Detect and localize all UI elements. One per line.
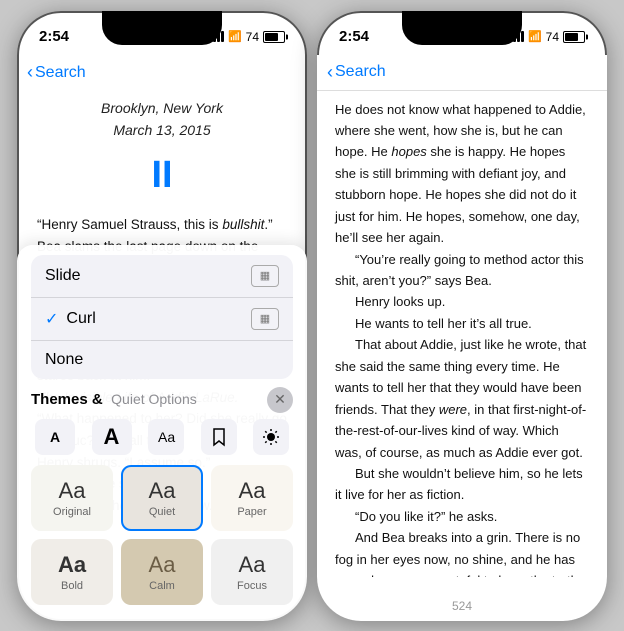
- theme-paper[interactable]: Aa Paper: [211, 465, 293, 531]
- page-num-text: 524: [452, 599, 472, 613]
- theme-label-bold: Bold: [61, 580, 83, 592]
- rp-2: “You’re really going to method actor thi…: [335, 249, 589, 292]
- close-button[interactable]: ✕: [267, 387, 293, 413]
- rp-7: “Do you like it?” he asks.: [335, 506, 589, 527]
- theme-label-calm: Calm: [149, 580, 175, 592]
- theme-label-original: Original: [53, 506, 91, 518]
- battery-icon-left: [263, 31, 285, 43]
- transition-none[interactable]: None: [31, 341, 293, 379]
- back-nav-right[interactable]: ‹ Search: [317, 55, 607, 91]
- theme-grid: Aa Original Aa Quiet Aa Paper Aa Bold: [31, 465, 293, 605]
- theme-aa-paper: Aa: [239, 478, 266, 504]
- curl-icon-box: ▦: [251, 308, 279, 330]
- status-time-left: 2:54: [39, 28, 69, 45]
- rp-6: But she wouldn’t believe him, so he lets…: [335, 463, 589, 506]
- theme-aa-calm: Aa: [149, 552, 176, 578]
- rp-5: That about Addie, just like he wrote, th…: [335, 334, 589, 463]
- font-increase-button[interactable]: A: [92, 419, 132, 455]
- curl-label: Curl: [66, 310, 251, 328]
- bookmark-button[interactable]: [201, 419, 237, 455]
- theme-aa-original: Aa: [59, 478, 86, 504]
- battery-icon-right: [563, 31, 585, 43]
- back-chevron-right: ‹: [327, 62, 333, 83]
- rp-3: Henry looks up.: [335, 291, 589, 312]
- font-row: A A Aa: [31, 419, 293, 455]
- back-label-left: Search: [35, 64, 86, 82]
- font-family-button[interactable]: Aa: [148, 419, 184, 455]
- rp-4: He wants to tell her it’s all true.: [335, 313, 589, 334]
- overlay-panel: Slide ▦ ✓ Curl ▦ None Themes &: [17, 245, 307, 621]
- slide-label: Slide: [45, 267, 81, 285]
- theme-label-focus: Focus: [237, 580, 267, 592]
- right-content: ‹ Search He does not know what happened …: [317, 55, 607, 621]
- theme-label-quiet: Quiet: [149, 506, 175, 518]
- left-phone: 2:54 📶 74 ‹ Search Brooklyn: [17, 11, 307, 621]
- book-content-right: He does not know what happened to Addie,…: [317, 91, 607, 577]
- notch-right: [402, 11, 522, 45]
- left-content: ‹ Search Brooklyn, New YorkMarch 13, 201…: [17, 55, 307, 603]
- wifi-icon: 📶: [228, 30, 242, 43]
- none-label: None: [45, 351, 83, 369]
- theme-aa-focus: Aa: [239, 552, 266, 578]
- theme-calm[interactable]: Aa Calm: [121, 539, 203, 605]
- brightness-button[interactable]: [253, 419, 289, 455]
- transition-curl[interactable]: ✓ Curl ▦: [31, 298, 293, 341]
- theme-aa-bold: Aa: [58, 552, 86, 578]
- page-number: 524: [317, 599, 607, 613]
- wifi-icon-right: 📶: [528, 30, 542, 43]
- quiet-options-label: Quiet Options: [111, 391, 197, 407]
- status-time-right: 2:54: [339, 28, 369, 45]
- theme-original[interactable]: Aa Original: [31, 465, 113, 531]
- font-decrease-button[interactable]: A: [35, 419, 75, 455]
- battery-right: 74: [546, 30, 559, 44]
- book-location: Brooklyn, New YorkMarch 13, 2015: [37, 97, 287, 142]
- transition-slide[interactable]: Slide ▦: [31, 255, 293, 298]
- back-label-right: Search: [335, 63, 386, 81]
- svg-text:Aa: Aa: [158, 429, 175, 445]
- para-1: “Henry Samuel Strauss, this is bullshit.…: [37, 214, 287, 236]
- back-chevron-left: ‹: [27, 62, 33, 83]
- themes-title: Themes &: [31, 391, 103, 408]
- themes-title-group: Themes & Quiet Options: [31, 391, 197, 409]
- slide-icon-box: ▦: [251, 265, 279, 287]
- transition-options: Slide ▦ ✓ Curl ▦ None: [31, 255, 293, 379]
- rp-1: He does not know what happened to Addie,…: [335, 99, 589, 249]
- rp-8: And Bea breaks into a grin. There is no …: [335, 527, 589, 576]
- right-phone: 2:54 📶 74 ‹ Search He does not know what: [317, 11, 607, 621]
- notch: [102, 11, 222, 45]
- theme-bold[interactable]: Aa Bold: [31, 539, 113, 605]
- battery-left: 74: [246, 30, 259, 44]
- theme-focus[interactable]: Aa Focus: [211, 539, 293, 605]
- back-nav-left[interactable]: ‹ Search: [17, 55, 307, 91]
- curl-check: ✓: [45, 309, 58, 329]
- theme-label-paper: Paper: [237, 506, 266, 518]
- theme-quiet[interactable]: Aa Quiet: [121, 465, 203, 531]
- themes-header: Themes & Quiet Options ✕: [31, 387, 293, 413]
- chapter-num: II: [37, 145, 287, 206]
- theme-aa-quiet: Aa: [149, 478, 176, 504]
